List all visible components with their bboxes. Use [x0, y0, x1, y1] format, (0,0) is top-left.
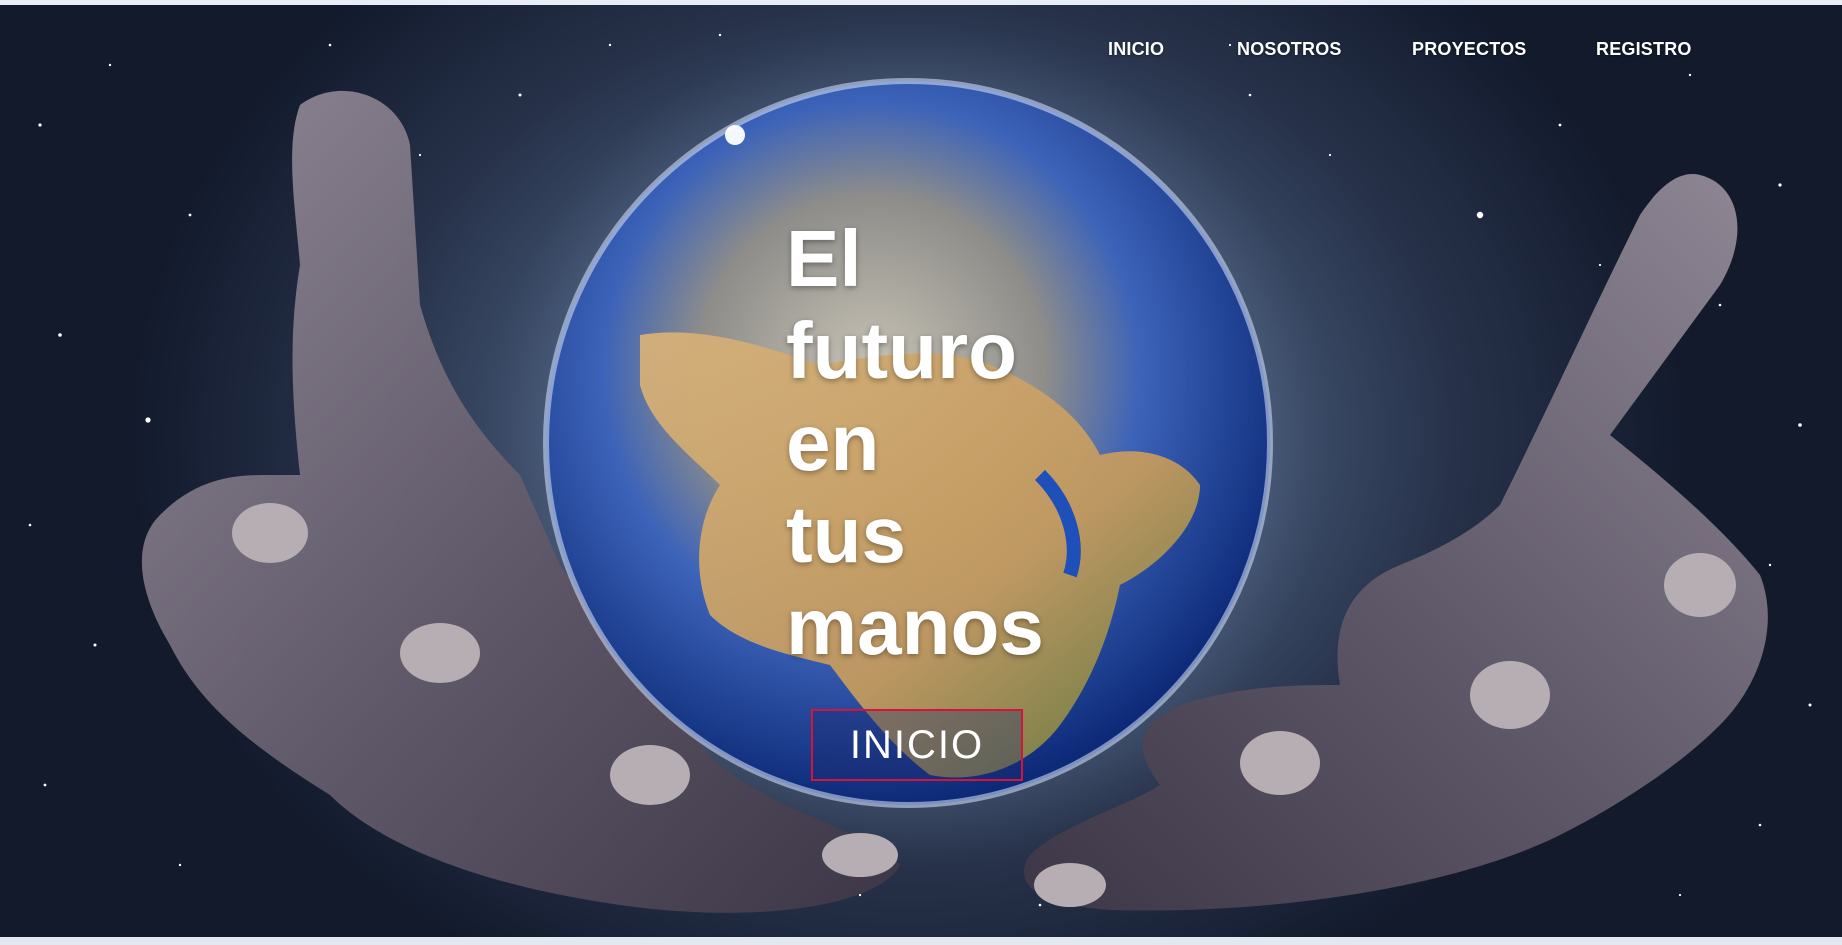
headline-line: en: [786, 398, 880, 487]
top-navigation: INICIO NOSOTROS PROYECTOS REGISTRO: [0, 39, 1842, 69]
inicio-cta-button[interactable]: INICIO: [811, 709, 1023, 781]
headline-line: manos: [786, 582, 1044, 671]
headline-line: tus: [786, 490, 906, 579]
page: INICIO NOSOTROS PROYECTOS REGISTRO El fu…: [0, 0, 1842, 945]
hero-section: INICIO NOSOTROS PROYECTOS REGISTRO El fu…: [0, 5, 1842, 937]
nav-link-inicio[interactable]: INICIO: [1108, 39, 1164, 60]
headline-line: El: [786, 214, 862, 303]
nav-link-proyectos[interactable]: PROYECTOS: [1412, 39, 1527, 60]
nav-link-nosotros[interactable]: NOSOTROS: [1237, 39, 1342, 60]
hero-headline: El futuro en tus manos: [786, 213, 1116, 673]
headline-line: futuro: [786, 306, 1018, 395]
bottom-strip: [0, 937, 1842, 945]
nav-link-registro[interactable]: REGISTRO: [1596, 39, 1692, 60]
